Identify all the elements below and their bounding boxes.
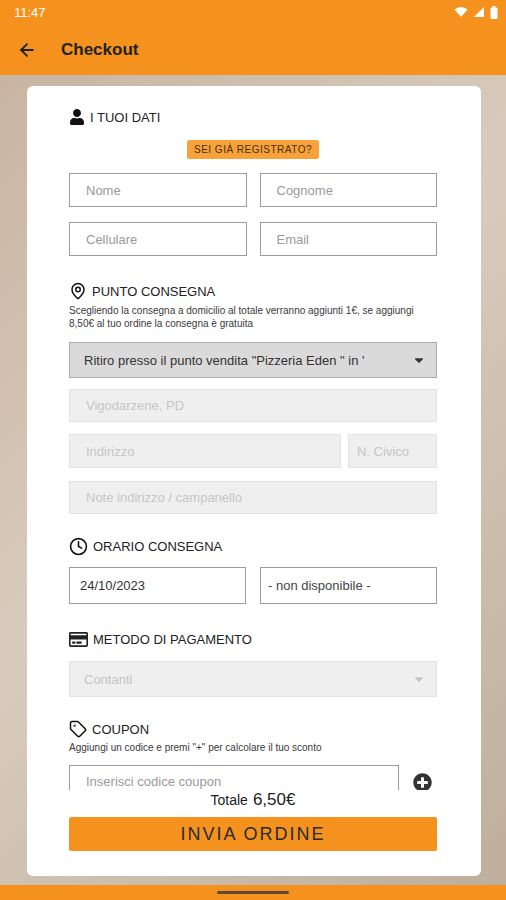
address-note-field: Note indirizzo / campanello [69,481,437,514]
email-field[interactable]: Email [260,222,438,256]
caret-down-icon [412,672,426,686]
schedule-row: 24/10/2023 - non disponibile - [69,567,437,604]
address-field: Indirizzo [69,434,341,468]
checkout-footer: Totale 6,50€ INVIA ORDINE [27,790,481,876]
signal-icon [473,6,485,18]
section-title: COUPON [92,722,149,737]
surname-field[interactable]: Cognome [260,173,438,207]
date-field[interactable]: 24/10/2023 [69,567,246,604]
time-select[interactable]: - non disponibile - [260,567,437,604]
back-arrow-icon [17,40,37,60]
checkout-card: I TUOI DATI SEI GIÀ REGISTRATO? Nome Cognom… [27,86,481,876]
phone-field[interactable]: Cellulare [69,222,247,256]
submit-order-button[interactable]: INVIA ORDINE [69,817,437,851]
payment-select-value: Contanti [84,672,132,687]
delivery-select[interactable]: Ritiro presso il punto vendita "Pizzeria… [69,342,437,378]
gesture-handle[interactable] [217,891,289,894]
personal-heading: I TUOI DATI [69,107,437,127]
screen: 11:47 Checkout I TUOI DATI SEI GIÀ REGISTRA… [0,0,506,900]
status-icons [454,6,498,19]
wifi-icon [454,6,468,18]
city-field: Vigodarzene, PD [69,389,437,422]
total-amount: 6,50€ [253,790,296,810]
schedule-heading: ORARIO CONSEGNA [69,536,437,556]
section-title: PUNTO CONSEGNA [92,284,215,299]
clock-icon [69,537,88,556]
total-label: Totale [211,792,248,808]
app-bar: Checkout [0,24,506,75]
coupon-heading: COUPON [69,719,437,739]
delivery-heading: PUNTO CONSEGNA [69,281,437,301]
address-row: IndirizzoN. Civico [69,434,437,468]
back-button[interactable] [17,40,37,60]
app-title: Checkout [61,40,138,60]
navigation-bar [0,885,506,900]
contact-fields: Cellulare Email [69,222,437,256]
apply-coupon-button[interactable] [407,773,437,791]
coupon-row: Inserisci codice coupon [69,765,437,790]
coupon-tag-icon [69,720,87,738]
coupon-note: Aggiungi un codice e premi "+" per calco… [69,741,437,754]
login-row: SEI GIÀ REGISTRATO? [69,140,437,159]
map-pin-icon [69,282,87,300]
payment-select: Contanti [69,661,437,697]
login-button[interactable]: SEI GIÀ REGISTRATO? [187,140,319,159]
delivery-note: Scegliendo la consegna a domicilio al to… [69,304,437,330]
payment-heading: METODO DI PAGAMENTO [69,629,437,649]
section-title: METODO DI PAGAMENTO [93,632,252,647]
credit-card-icon [69,630,88,649]
coupon-field[interactable]: Inserisci codice coupon [69,765,399,790]
total: Totale 6,50€ [211,790,296,810]
plus-circle-icon [413,773,432,791]
section-title: ORARIO CONSEGNA [93,539,222,554]
checkout-form: I TUOI DATI SEI GIÀ REGISTRATO? Nome Cognom… [27,86,481,790]
person-icon [69,109,85,125]
name-field[interactable]: Nome [69,173,247,207]
status-time: 11:47 [14,5,46,20]
personal-fields: Nome Cognome [69,173,437,207]
section-title: I TUOI DATI [90,110,160,125]
caret-down-icon [412,353,426,367]
background-photo: I TUOI DATI SEI GIÀ REGISTRATO? Nome Cognom… [0,75,506,885]
street-number-field: N. Civico [348,434,437,468]
delivery-select-value: Ritiro presso il punto vendita "Pizzeria… [84,353,365,368]
status-bar: 11:47 [0,0,506,24]
battery-icon [490,6,498,19]
